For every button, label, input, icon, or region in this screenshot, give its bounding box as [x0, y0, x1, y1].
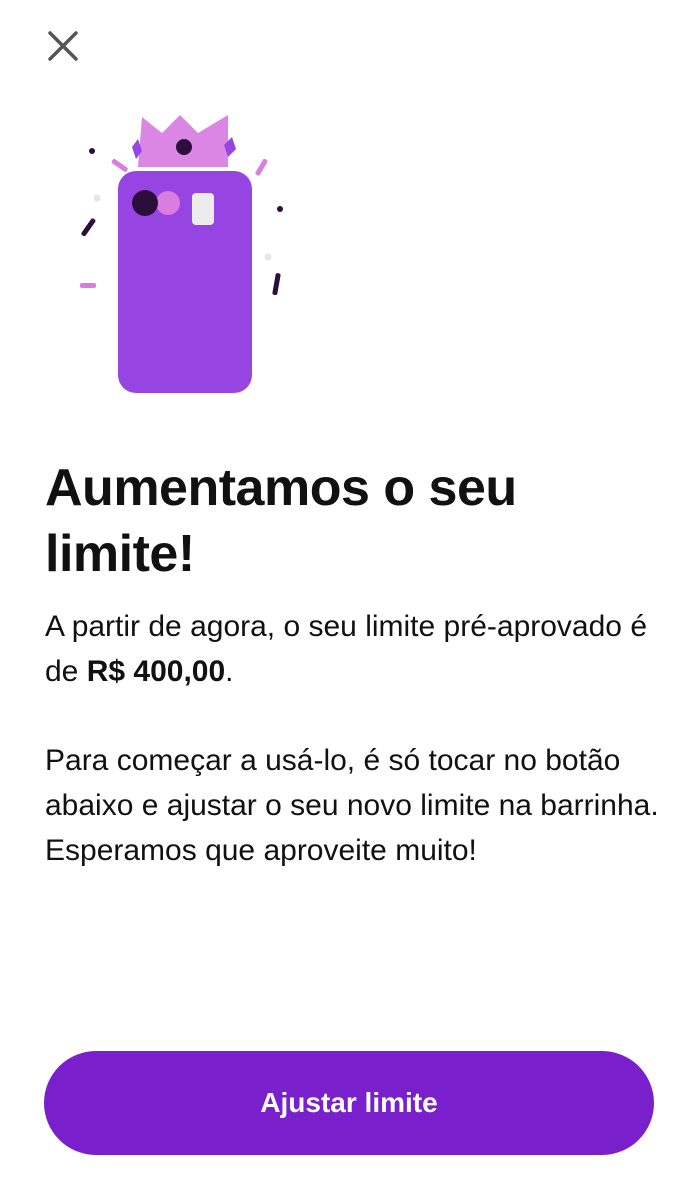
phone-crown-illustration [70, 105, 310, 405]
page-title: Aumentamos o seu limite! [45, 459, 517, 583]
limit-description-end: . [225, 655, 234, 688]
instructions-text: Para começar a usá-lo, é só tocar no bot… [45, 744, 659, 867]
close-button[interactable] [40, 25, 86, 71]
close-icon [48, 31, 78, 61]
adjust-limit-button-label: Ajustar limite [260, 1087, 438, 1118]
limit-description: A partir de agora, o seu limite pré-apro… [45, 604, 665, 694]
adjust-limit-button[interactable]: Ajustar limite [44, 1051, 654, 1155]
limit-amount: R$ 400,00 [86, 655, 226, 688]
